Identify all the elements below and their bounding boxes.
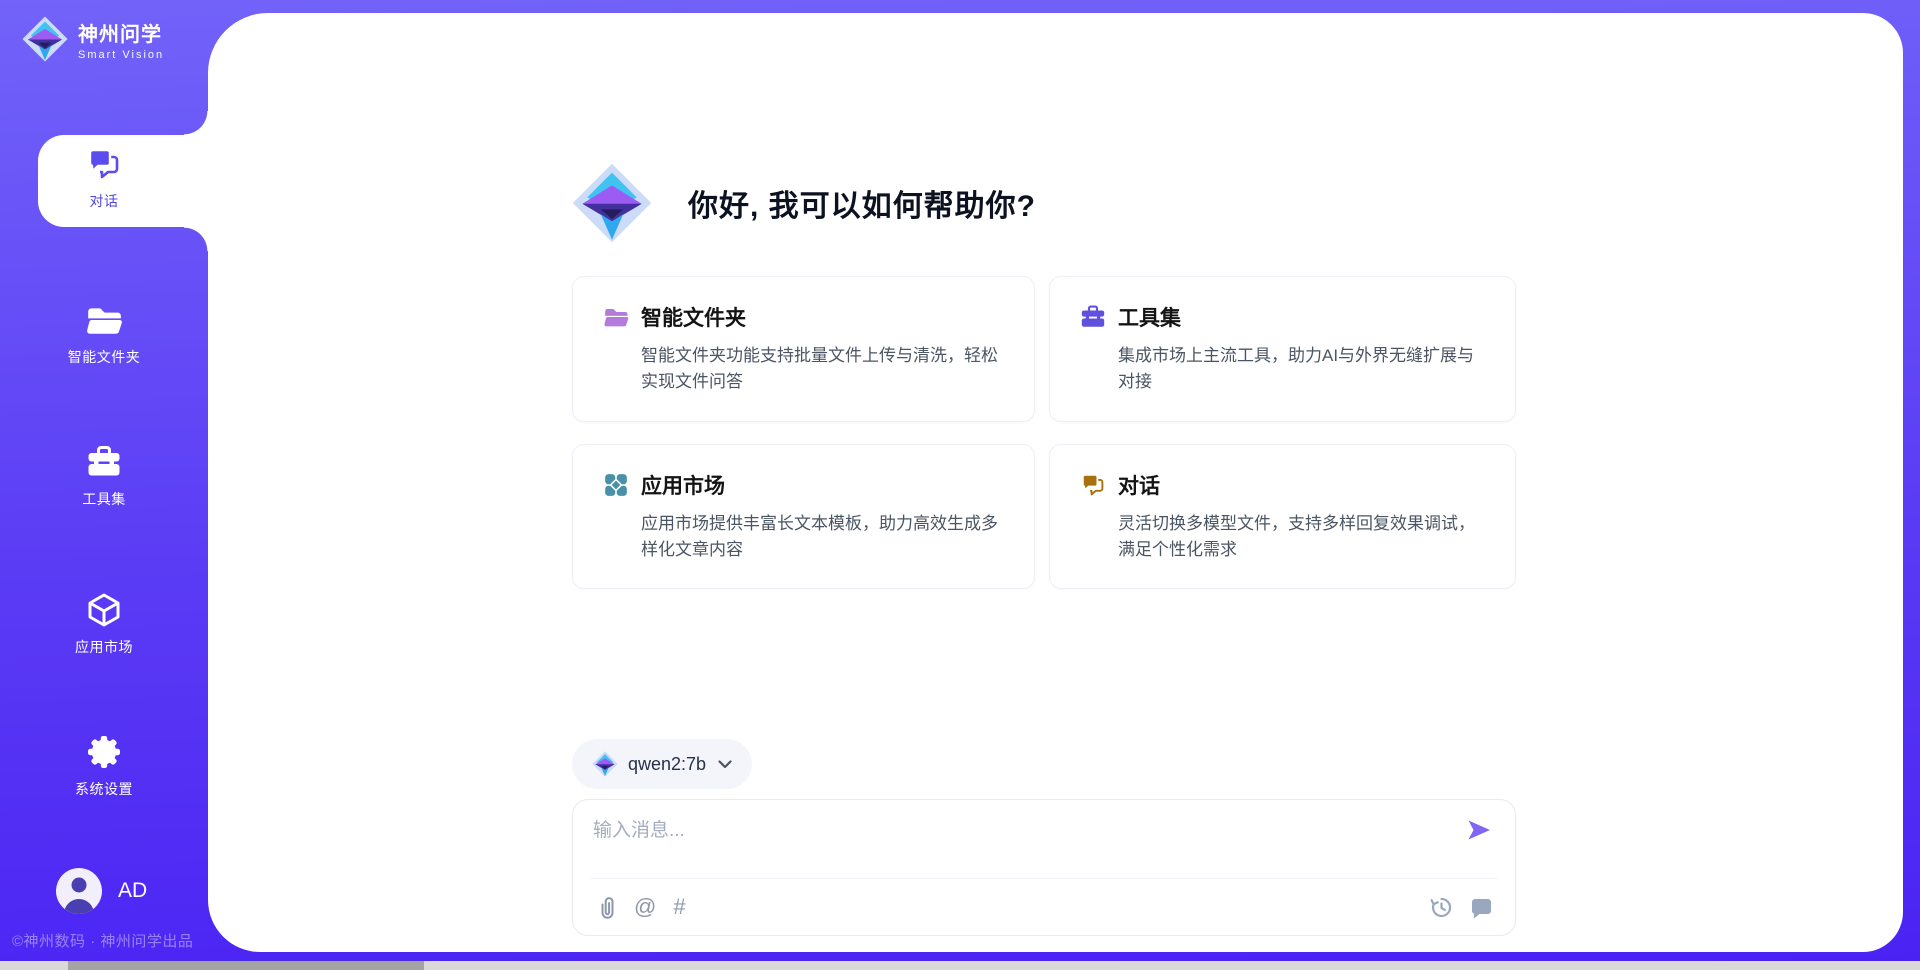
topic-button[interactable]: # [673,896,685,918]
sidebar-item-label: 工具集 [82,489,126,509]
sidebar-item-toolset[interactable]: 工具集 [0,444,208,509]
chat-icon [85,146,123,182]
card-description: 灵活切换多模型文件，支持多样回复效果调试，满足个性化需求 [1118,511,1485,564]
sidebar-item-label: 对话 [90,191,119,211]
sidebar-item-label: 智能文件夹 [68,347,141,367]
sidebar-item-system-settings[interactable]: 系统设置 [0,734,208,799]
feature-card-chat[interactable]: 对话 灵活切换多模型文件，支持多样回复效果调试，满足个性化需求 [1049,444,1516,590]
brand-subtitle: Smart Vision [78,49,164,61]
sidebar-item-smart-folders[interactable]: 智能文件夹 [0,302,208,367]
cube-icon [85,592,123,628]
diamond-logo-icon [592,751,618,777]
message-composer: @ # [572,799,1516,936]
attach-button[interactable] [595,894,617,920]
sidebar: 神州问学 Smart Vision 对话 智能文件夹 工具集 应用市场 系统设置 [0,0,208,970]
chevron-down-icon [718,760,732,769]
person-icon [56,868,102,914]
feedback-button[interactable] [1469,896,1493,919]
model-selector[interactable]: qwen2:7b [572,739,752,789]
brand: 神州问学 Smart Vision [22,16,164,62]
message-input[interactable] [593,815,1453,870]
horizontal-scrollbar[interactable] [0,961,1920,970]
card-title: 应用市场 [641,470,725,500]
mention-button[interactable]: @ [634,896,656,918]
main-panel: 你好, 我可以如何帮助你? 智能文件夹 智能文件夹功能支持批量文件上传与清洗，轻… [208,13,1903,952]
feature-card-app-market[interactable]: 应用市场 应用市场提供丰富长文本模板，助力高效生成多样化文章内容 [572,444,1035,590]
history-button[interactable] [1430,896,1453,919]
active-nav-fillet-bottom [184,227,208,251]
app-grid-icon [603,472,629,498]
sidebar-item-label: 系统设置 [75,779,133,799]
chat-bubble-icon [1469,896,1493,919]
scrollbar-thumb[interactable] [68,961,424,970]
feature-cards: 智能文件夹 智能文件夹功能支持批量文件上传与清洗，轻松实现文件问答 工具集 集成… [572,276,1516,589]
gear-icon [85,734,123,770]
hash-icon: # [673,894,685,919]
sidebar-item-chat[interactable]: 对话 [0,146,208,211]
user-profile[interactable]: AD [56,868,147,914]
diamond-logo-icon [572,163,652,243]
user-initials: AD [118,879,147,903]
at-icon: @ [634,894,656,919]
avatar [56,868,102,914]
briefcase-icon [85,444,123,480]
model-name: qwen2:7b [628,754,706,775]
folder-icon [85,302,123,338]
diamond-logo-icon [22,16,68,62]
card-title: 智能文件夹 [641,302,746,332]
card-title: 对话 [1118,470,1160,500]
card-description: 应用市场提供丰富长文本模板，助力高效生成多样化文章内容 [641,511,1004,564]
feature-card-smart-folders[interactable]: 智能文件夹 智能文件夹功能支持批量文件上传与清洗，轻松实现文件问答 [572,276,1035,422]
sidebar-item-app-market[interactable]: 应用市场 [0,592,208,657]
composer-toolbar: @ # [595,894,1493,920]
greeting-title: 你好, 我可以如何帮助你? [688,181,1036,225]
card-description: 智能文件夹功能支持批量文件上传与清洗，轻松实现文件问答 [641,343,1004,396]
chat-icon [1080,472,1106,498]
history-icon [1430,896,1453,919]
send-button[interactable] [1465,815,1495,845]
send-icon [1465,816,1493,844]
sidebar-item-label: 应用市场 [75,637,133,657]
greeting: 你好, 我可以如何帮助你? [572,13,1516,243]
briefcase-icon [1080,304,1106,330]
folder-icon [603,304,629,330]
card-title: 工具集 [1118,302,1181,332]
composer-divider [591,878,1497,879]
sidebar-footer: ©神州数码 · 神州问学出品 [12,930,193,951]
card-description: 集成市场上主流工具，助力AI与外界无缝扩展与对接 [1118,343,1485,396]
brand-name: 神州问学 [78,18,164,47]
active-nav-fillet-top [184,111,208,135]
feature-card-toolset[interactable]: 工具集 集成市场上主流工具，助力AI与外界无缝扩展与对接 [1049,276,1516,422]
paperclip-icon [595,894,617,920]
